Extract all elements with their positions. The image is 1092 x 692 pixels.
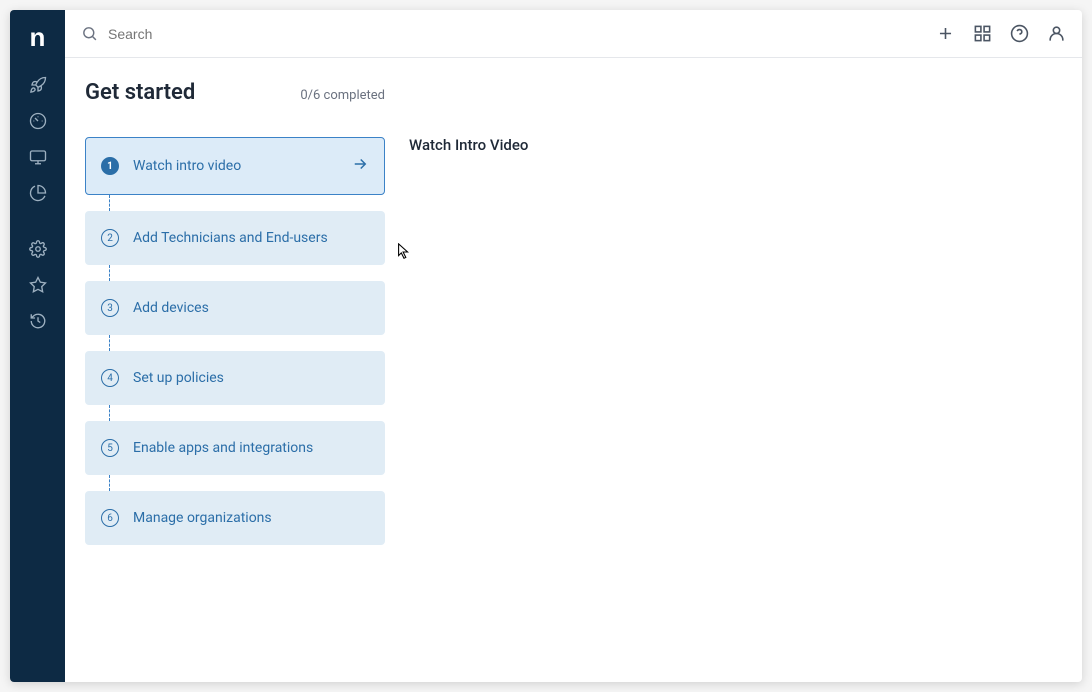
progress-text: 0/6 completed bbox=[300, 88, 385, 103]
sidebar-dashboard[interactable] bbox=[10, 103, 65, 139]
step-label: Add devices bbox=[133, 300, 369, 316]
step-label: Set up policies bbox=[133, 370, 369, 386]
step-number-icon: 3 bbox=[101, 299, 119, 317]
step-integrations[interactable]: 5 Enable apps and integrations bbox=[85, 421, 385, 475]
step-connector bbox=[109, 335, 110, 351]
gauge-icon bbox=[29, 112, 47, 130]
step-number-icon: 6 bbox=[101, 509, 119, 527]
detail-title: Watch Intro Video bbox=[409, 136, 1062, 154]
arrow-right-icon bbox=[351, 155, 369, 177]
step-organizations[interactable]: 6 Manage organizations bbox=[85, 491, 385, 545]
star-icon bbox=[29, 276, 47, 294]
rocket-icon bbox=[29, 76, 47, 94]
gear-icon bbox=[29, 240, 47, 258]
step-add-users[interactable]: 2 Add Technicians and End-users bbox=[85, 211, 385, 265]
sidebar-history[interactable] bbox=[10, 303, 65, 339]
left-column: Get started 0/6 completed 1 Watch intro … bbox=[85, 80, 385, 660]
sidebar-devices[interactable] bbox=[10, 139, 65, 175]
step-connector bbox=[109, 195, 110, 211]
help-icon bbox=[1010, 24, 1029, 43]
plus-icon bbox=[936, 24, 955, 43]
pie-chart-icon bbox=[29, 184, 47, 202]
step-number-icon: 5 bbox=[101, 439, 119, 457]
user-icon bbox=[1047, 24, 1066, 43]
right-column: Watch Intro Video bbox=[409, 80, 1062, 660]
steps-list: 1 Watch intro video 2 Add Technicians an… bbox=[85, 137, 385, 545]
monitor-icon bbox=[29, 148, 47, 166]
search-input[interactable] bbox=[108, 26, 936, 42]
sidebar-favorites[interactable] bbox=[10, 267, 65, 303]
step-label: Enable apps and integrations bbox=[133, 440, 369, 456]
content: Get started 0/6 completed 1 Watch intro … bbox=[65, 58, 1082, 682]
step-add-devices[interactable]: 3 Add devices bbox=[85, 281, 385, 335]
add-button[interactable] bbox=[936, 24, 955, 43]
sidebar-settings[interactable] bbox=[10, 231, 65, 267]
app-window: n bbox=[10, 10, 1082, 682]
step-connector bbox=[109, 265, 110, 281]
step-number-icon: 2 bbox=[101, 229, 119, 247]
history-icon bbox=[29, 312, 47, 330]
topbar-actions bbox=[936, 24, 1066, 43]
step-number-icon: 1 bbox=[101, 157, 119, 175]
help-button[interactable] bbox=[1010, 24, 1029, 43]
search-icon bbox=[81, 25, 98, 42]
sidebar: n bbox=[10, 10, 65, 682]
search-wrapper[interactable] bbox=[81, 25, 936, 42]
sidebar-get-started[interactable] bbox=[10, 67, 65, 103]
heading-row: Get started 0/6 completed bbox=[85, 80, 385, 105]
step-policies[interactable]: 4 Set up policies bbox=[85, 351, 385, 405]
apps-button[interactable] bbox=[973, 24, 992, 43]
page-title: Get started bbox=[85, 80, 195, 105]
step-connector bbox=[109, 405, 110, 421]
profile-button[interactable] bbox=[1047, 24, 1066, 43]
sidebar-reports[interactable] bbox=[10, 175, 65, 211]
app-logo[interactable]: n bbox=[30, 18, 46, 67]
step-number-icon: 4 bbox=[101, 369, 119, 387]
main: Get started 0/6 completed 1 Watch intro … bbox=[65, 10, 1082, 682]
step-label: Watch intro video bbox=[133, 158, 337, 174]
step-label: Manage organizations bbox=[133, 510, 369, 526]
step-label: Add Technicians and End-users bbox=[133, 230, 369, 246]
step-connector bbox=[109, 475, 110, 491]
grid-icon bbox=[973, 24, 992, 43]
step-watch-intro[interactable]: 1 Watch intro video bbox=[85, 137, 385, 195]
topbar bbox=[65, 10, 1082, 58]
